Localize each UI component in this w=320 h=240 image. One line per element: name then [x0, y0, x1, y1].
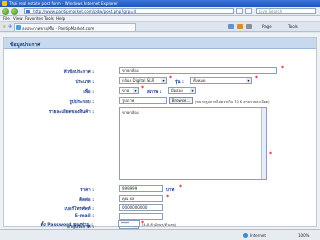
zoom-level[interactable]: 100%: [298, 233, 309, 238]
address-bar: http://www.pantipmarket.com/pdw/post.php…: [0, 7, 320, 16]
page-content: ข้อมูลประกาศ หัวข้อประกาศ : ขายกล้อง * ป…: [0, 33, 320, 230]
required-marker: *: [166, 194, 170, 201]
photo-note: (ขนาดรูปภาพไม่ควรเกิน 70 K ตามรายละเอียด…: [195, 100, 270, 104]
status-bar: Internet 100%: [0, 229, 320, 240]
title-input[interactable]: ขายกล้อง: [119, 67, 277, 74]
required-marker: *: [179, 184, 183, 191]
contact-label: ติดต่อ :: [79, 198, 94, 203]
window-titlebar: Thai real estate post form - Windows Int…: [0, 0, 320, 7]
window-title: Thai real estate post form - Windows Int…: [9, 1, 118, 6]
phone-input[interactable]: 0000000000: [119, 204, 163, 211]
url-field[interactable]: http://www.pantipmarket.com/pdw/post.php…: [24, 8, 234, 14]
password-label: ตั้ง Password ของท่าน :: [40, 223, 93, 228]
ie-logo-icon: [2, 1, 7, 6]
condition-label: เพื่อ :: [83, 90, 94, 95]
photo-label: รูปประกอบ :: [69, 100, 94, 105]
home-icon[interactable]: [228, 24, 234, 29]
form-header-title: ข้อมูลประกาศ: [10, 42, 41, 48]
required-marker: *: [141, 85, 145, 92]
post-form-panel: ข้อมูลประกาศ หัวข้อประกาศ : ขายกล้อง * ป…: [3, 37, 317, 230]
back-button[interactable]: [2, 8, 9, 15]
internet-globe-icon: [243, 233, 248, 238]
feeds-icon[interactable]: [237, 24, 243, 29]
tools-menu[interactable]: Tools: [288, 24, 298, 29]
price-input[interactable]: 999999: [119, 185, 163, 192]
detail-textarea[interactable]: ขายกล้อง: [119, 107, 267, 180]
required-marker: *: [269, 151, 273, 158]
zone-text: Internet: [250, 233, 266, 238]
title-label: หัวข้อประกาศ :: [63, 70, 94, 75]
search-input[interactable]: Live Search: [256, 8, 316, 14]
state-select[interactable]: มือสอง: [168, 87, 196, 94]
email-label: E-mail :: [74, 214, 94, 219]
model-select[interactable]: ทั้งหมด: [190, 77, 252, 84]
browser-tab[interactable]: ลงประกาศขาย/ซื้อ - PantipMarket.com: [14, 23, 136, 31]
detail-text: ขายกล้อง: [122, 110, 139, 115]
price-unit: บาท: [166, 188, 175, 193]
condition-select[interactable]: ขาย: [119, 87, 139, 94]
photo-file-input[interactable]: รูปภาพ: [119, 97, 167, 104]
password-note: (4-8 ตัวอักษร/ตัวเลข): [142, 223, 177, 227]
form-header: ข้อมูลประกาศ: [4, 38, 316, 49]
search-placeholder: Live Search: [259, 9, 283, 14]
email-input[interactable]: [119, 213, 163, 220]
add-favorite-icon[interactable]: ✚: [8, 24, 12, 30]
refresh-button[interactable]: [236, 8, 243, 14]
model-label: รุ่น :: [175, 80, 184, 85]
phone-label: เบอร์โทรศัพท์ :: [64, 207, 94, 212]
price-label: ราคา :: [80, 188, 94, 193]
site-favicon: [16, 25, 21, 30]
type-label: ประเภท :: [75, 80, 94, 85]
url-text: http://www.pantipmarket.com/pdw/post.php…: [33, 9, 137, 14]
menu-help[interactable]: Help: [56, 16, 65, 21]
state-label: สภาพ :: [147, 90, 162, 95]
required-marker: *: [281, 65, 285, 72]
browse-button[interactable]: Browse...: [169, 97, 193, 104]
required-marker: *: [255, 75, 259, 82]
menu-file[interactable]: File: [3, 16, 10, 21]
tab-title: ลงประกาศขาย/ซื้อ - PantipMarket.com: [22, 26, 95, 31]
menu-favorites[interactable]: Favorites: [25, 16, 43, 21]
textarea-scrollbar[interactable]: [261, 108, 266, 179]
stop-button[interactable]: [245, 8, 252, 14]
tab-bar: ★ ✚ ลงประกาศขาย/ซื้อ - PantipMarket.com …: [0, 22, 320, 32]
menu-view[interactable]: View: [13, 16, 23, 21]
type-select[interactable]: กล้อง Digital SLR: [119, 77, 167, 84]
forward-button[interactable]: [11, 8, 18, 15]
favorites-star-icon[interactable]: ★: [2, 24, 6, 30]
contact-input[interactable]: คุณ xx: [119, 195, 163, 202]
password-input[interactable]: ****: [118, 220, 140, 227]
required-marker: *: [169, 75, 173, 82]
page-icon: [26, 10, 30, 13]
detail-label: รายละเอียดของสินค้า :: [48, 110, 94, 115]
page-menu[interactable]: Page: [262, 24, 272, 29]
menu-tools[interactable]: Tools: [44, 16, 54, 21]
print-icon[interactable]: [246, 24, 252, 29]
